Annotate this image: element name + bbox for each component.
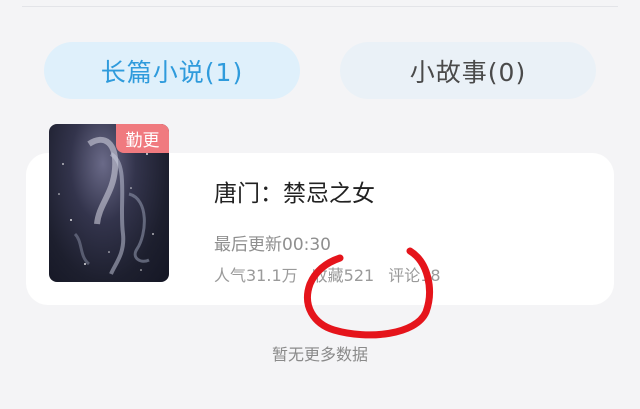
no-more-data-label: 暂无更多数据	[271, 345, 368, 364]
book-title[interactable]: 唐门：禁忌之女	[214, 174, 375, 208]
top-divider	[22, 6, 618, 7]
comments-count: 评论18	[388, 266, 441, 285]
popularity-count: 人气31.1万	[214, 266, 298, 285]
book-stats: 人气31.1万 收藏521 评论18	[214, 262, 441, 286]
tab-short-stories[interactable]: 小故事(0)	[340, 42, 596, 99]
tab-short-stories-label: 小故事(0)	[409, 57, 527, 87]
diligent-update-badge: 勤更	[116, 124, 169, 153]
favorites-count: 收藏521	[311, 266, 375, 285]
tab-novels-label: 长篇小说(1)	[100, 57, 244, 87]
last-update-time: 最后更新00:30	[214, 235, 331, 255]
tab-novels[interactable]: 长篇小说(1)	[44, 42, 300, 99]
